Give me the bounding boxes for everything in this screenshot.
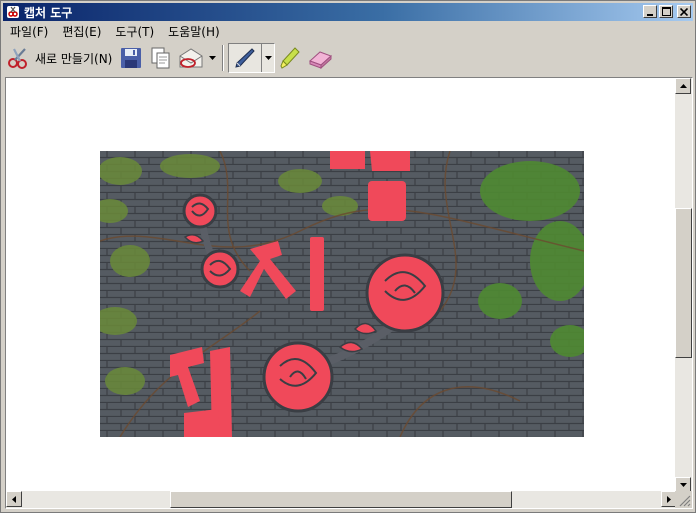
minimize-icon xyxy=(647,13,653,16)
minimize-button[interactable] xyxy=(643,5,657,18)
save-button[interactable] xyxy=(116,44,146,72)
scissors-icon xyxy=(8,48,27,69)
arrow-up-icon xyxy=(679,84,687,88)
highlighter-icon xyxy=(280,47,301,69)
captured-photo xyxy=(100,151,584,437)
eraser-button[interactable] xyxy=(305,44,335,72)
menu-bar: 파일(F) 편집(E) 도구(T) 도움말(H) xyxy=(3,23,227,41)
horizontal-scroll-thumb[interactable] xyxy=(170,491,512,508)
snipping-tool-window: 캡처 도구 파일(F) 편집(E) 도구(T) 도움말(H) 새로 만들기(N) xyxy=(0,0,696,513)
captured-image xyxy=(100,151,584,437)
highlighter-button[interactable] xyxy=(275,44,305,72)
menu-tools[interactable]: 도구(T) xyxy=(108,23,161,41)
toolbar: 새로 만들기(N) xyxy=(3,41,693,75)
pen-icon xyxy=(235,48,256,68)
capture-canvas[interactable] xyxy=(6,78,677,493)
scroll-up-button[interactable] xyxy=(675,78,691,94)
maximize-icon xyxy=(661,7,671,16)
vertical-scrollbar[interactable] xyxy=(675,78,692,493)
chevron-down-icon xyxy=(264,56,272,60)
send-snip-button[interactable] xyxy=(176,44,206,72)
resize-grip-icon xyxy=(679,495,691,507)
floppy-disk-icon xyxy=(121,48,142,68)
close-button[interactable] xyxy=(677,5,691,18)
new-snip-label: 새로 만들기(N) xyxy=(35,51,113,66)
arrow-right-icon xyxy=(667,495,671,503)
capture-area xyxy=(5,77,693,509)
menu-edit[interactable]: 편집(E) xyxy=(55,23,108,41)
chevron-down-icon xyxy=(208,56,216,60)
arrow-down-icon xyxy=(679,483,687,487)
send-dropdown-button[interactable] xyxy=(206,44,218,72)
menu-help[interactable]: 도움말(H) xyxy=(161,23,227,41)
resize-grip[interactable] xyxy=(675,491,692,508)
menu-file[interactable]: 파일(F) xyxy=(3,23,55,41)
pen-dropdown-button[interactable] xyxy=(261,44,274,72)
horizontal-scrollbar[interactable] xyxy=(6,491,677,508)
email-icon xyxy=(179,48,203,68)
copy-button[interactable] xyxy=(146,44,176,72)
snipping-tool-app-icon xyxy=(7,6,19,18)
vertical-scroll-thumb[interactable] xyxy=(675,208,692,358)
maximize-button[interactable] xyxy=(659,5,673,18)
scroll-left-button[interactable] xyxy=(6,491,22,507)
new-snip-button[interactable]: 새로 만들기(N) xyxy=(3,44,116,72)
pen-tool-group xyxy=(228,43,276,73)
copy-icon xyxy=(151,47,170,69)
toolbar-separator xyxy=(222,45,225,71)
window-title: 캡처 도구 xyxy=(24,5,73,20)
close-icon xyxy=(680,7,688,16)
pen-button[interactable] xyxy=(229,44,261,72)
eraser-icon xyxy=(309,51,333,70)
arrow-left-icon xyxy=(12,495,16,503)
title-bar[interactable]: 캡처 도구 xyxy=(3,3,693,21)
